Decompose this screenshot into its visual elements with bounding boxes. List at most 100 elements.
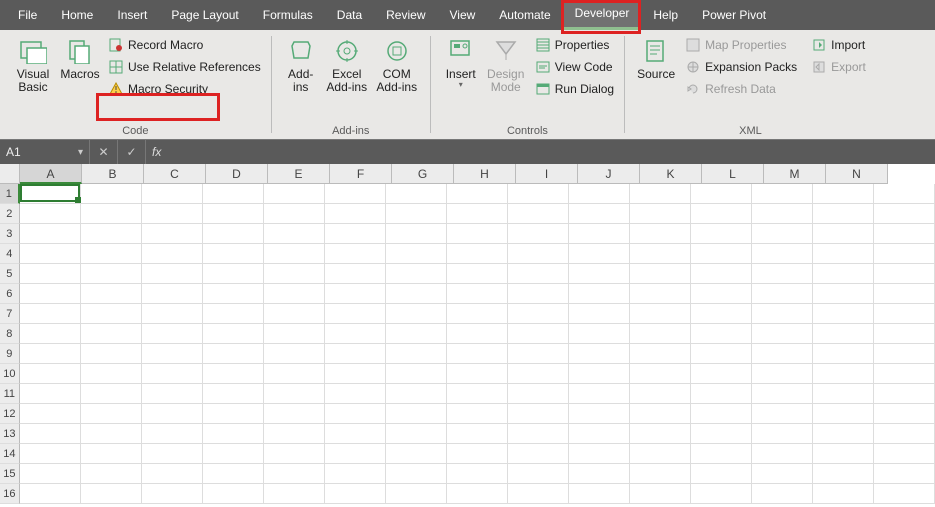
cell[interactable] bbox=[630, 224, 691, 244]
cell[interactable] bbox=[386, 344, 447, 364]
cell[interactable] bbox=[630, 444, 691, 464]
tab-data[interactable]: Data bbox=[325, 0, 374, 30]
cell[interactable] bbox=[142, 184, 203, 204]
cell[interactable] bbox=[752, 464, 813, 484]
row-header[interactable]: 6 bbox=[0, 284, 20, 304]
cell[interactable] bbox=[874, 244, 935, 264]
cell[interactable] bbox=[81, 224, 142, 244]
column-header[interactable]: G bbox=[392, 164, 454, 184]
cell[interactable] bbox=[691, 244, 752, 264]
cell[interactable] bbox=[142, 424, 203, 444]
cell[interactable] bbox=[752, 184, 813, 204]
cell[interactable] bbox=[447, 424, 508, 444]
cell[interactable] bbox=[691, 224, 752, 244]
cell[interactable] bbox=[874, 344, 935, 364]
cell[interactable] bbox=[203, 304, 264, 324]
cell[interactable] bbox=[203, 364, 264, 384]
cell[interactable] bbox=[508, 424, 569, 444]
cell[interactable] bbox=[447, 384, 508, 404]
name-box[interactable]: A1 ▾ bbox=[0, 140, 90, 164]
cell[interactable] bbox=[508, 264, 569, 284]
cell[interactable] bbox=[874, 424, 935, 444]
cell[interactable] bbox=[20, 204, 81, 224]
cell[interactable] bbox=[813, 284, 874, 304]
cell[interactable] bbox=[81, 384, 142, 404]
addins-button[interactable]: Add- ins bbox=[280, 34, 322, 94]
row-header[interactable]: 8 bbox=[0, 324, 20, 344]
cell[interactable] bbox=[264, 184, 325, 204]
cell[interactable] bbox=[569, 344, 630, 364]
cell[interactable] bbox=[20, 424, 81, 444]
cell[interactable] bbox=[203, 384, 264, 404]
cell[interactable] bbox=[386, 264, 447, 284]
row-header[interactable]: 3 bbox=[0, 224, 20, 244]
cell[interactable] bbox=[752, 204, 813, 224]
cell[interactable] bbox=[20, 444, 81, 464]
cell[interactable] bbox=[264, 224, 325, 244]
cell[interactable] bbox=[691, 424, 752, 444]
cell[interactable] bbox=[508, 244, 569, 264]
cell[interactable] bbox=[569, 264, 630, 284]
cell[interactable] bbox=[569, 384, 630, 404]
cell[interactable] bbox=[142, 304, 203, 324]
cell[interactable] bbox=[752, 364, 813, 384]
cell[interactable] bbox=[325, 264, 386, 284]
cell[interactable] bbox=[813, 184, 874, 204]
cell[interactable] bbox=[508, 464, 569, 484]
cell[interactable] bbox=[630, 284, 691, 304]
cell[interactable] bbox=[447, 184, 508, 204]
cell[interactable] bbox=[874, 364, 935, 384]
row-header[interactable]: 2 bbox=[0, 204, 20, 224]
cell[interactable] bbox=[203, 464, 264, 484]
cell[interactable] bbox=[203, 484, 264, 504]
cell[interactable] bbox=[325, 384, 386, 404]
cell[interactable] bbox=[874, 184, 935, 204]
column-header[interactable]: N bbox=[826, 164, 888, 184]
cell[interactable] bbox=[874, 204, 935, 224]
row-header[interactable]: 14 bbox=[0, 444, 20, 464]
cell[interactable] bbox=[813, 264, 874, 284]
cell[interactable] bbox=[447, 244, 508, 264]
cell[interactable] bbox=[447, 464, 508, 484]
cell[interactable] bbox=[81, 364, 142, 384]
cell[interactable] bbox=[630, 204, 691, 224]
cell[interactable] bbox=[447, 404, 508, 424]
cell[interactable] bbox=[508, 404, 569, 424]
tab-file[interactable]: File bbox=[6, 0, 49, 30]
cell[interactable] bbox=[569, 484, 630, 504]
cell[interactable] bbox=[81, 324, 142, 344]
cell[interactable] bbox=[325, 364, 386, 384]
expansion-packs-button[interactable]: Expansion Packs bbox=[683, 58, 799, 76]
cell[interactable] bbox=[81, 484, 142, 504]
cell[interactable] bbox=[569, 184, 630, 204]
cell[interactable] bbox=[325, 484, 386, 504]
cell[interactable] bbox=[264, 444, 325, 464]
cell[interactable] bbox=[508, 484, 569, 504]
cell[interactable] bbox=[508, 324, 569, 344]
cell[interactable] bbox=[813, 464, 874, 484]
cell[interactable] bbox=[813, 304, 874, 324]
tab-page-layout[interactable]: Page Layout bbox=[159, 0, 250, 30]
cell[interactable] bbox=[20, 224, 81, 244]
cell[interactable] bbox=[325, 344, 386, 364]
cell[interactable] bbox=[508, 304, 569, 324]
formula-input[interactable] bbox=[167, 140, 935, 164]
cell[interactable] bbox=[508, 224, 569, 244]
cell[interactable] bbox=[142, 284, 203, 304]
cell[interactable] bbox=[508, 344, 569, 364]
cell[interactable] bbox=[264, 384, 325, 404]
cell[interactable] bbox=[386, 324, 447, 344]
cell[interactable] bbox=[203, 284, 264, 304]
cell[interactable] bbox=[752, 484, 813, 504]
cell[interactable] bbox=[325, 304, 386, 324]
cell[interactable] bbox=[508, 384, 569, 404]
excel-addins-button[interactable]: Excel Add-ins bbox=[322, 34, 372, 94]
cell[interactable] bbox=[569, 284, 630, 304]
cell[interactable] bbox=[386, 204, 447, 224]
cell[interactable] bbox=[81, 284, 142, 304]
cell[interactable] bbox=[630, 464, 691, 484]
cell[interactable] bbox=[20, 244, 81, 264]
cell[interactable] bbox=[20, 384, 81, 404]
column-header[interactable]: I bbox=[516, 164, 578, 184]
column-header[interactable]: D bbox=[206, 164, 268, 184]
